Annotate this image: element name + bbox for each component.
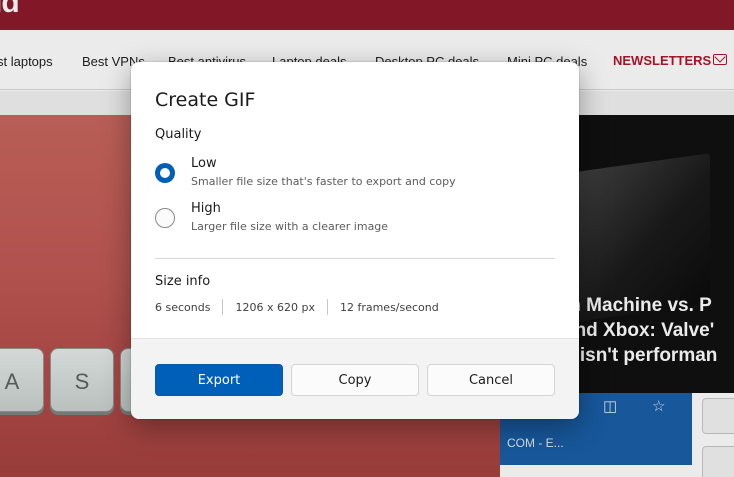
size-info-label: Size info [155,274,211,289]
create-gif-dialog: Create GIF Quality Low Smaller file size… [131,62,579,419]
quality-label: Quality [155,127,202,142]
size-info-frame-rate: 12 frames/second [339,300,439,314]
quality-option-description: Smaller file size that's faster to expor… [191,175,456,188]
radio-button[interactable] [155,208,175,228]
copy-button[interactable]: Copy [291,364,419,396]
size-info-row: 6 seconds 1206 x 620 px 12 frames/second [155,298,439,316]
dialog-title: Create GIF [155,89,256,111]
quality-option-high[interactable]: High Larger file size with a clearer ima… [155,201,555,241]
radio-button-selected[interactable] [155,163,175,183]
export-button[interactable]: Export [155,364,283,396]
cancel-button[interactable]: Cancel [427,364,555,396]
section-divider [155,258,555,259]
size-info-separator [222,299,224,315]
size-info-separator [326,299,328,315]
quality-option-label: Low [191,156,217,171]
dialog-footer: Export Copy Cancel [131,338,579,419]
quality-option-low[interactable]: Low Smaller file size that's faster to e… [155,156,555,196]
quality-option-description: Larger file size with a clearer image [191,220,389,233]
quality-option-label: High [191,201,221,216]
size-info-dimensions: 1206 x 620 px [235,300,315,314]
size-info-duration: 6 seconds [155,300,211,314]
